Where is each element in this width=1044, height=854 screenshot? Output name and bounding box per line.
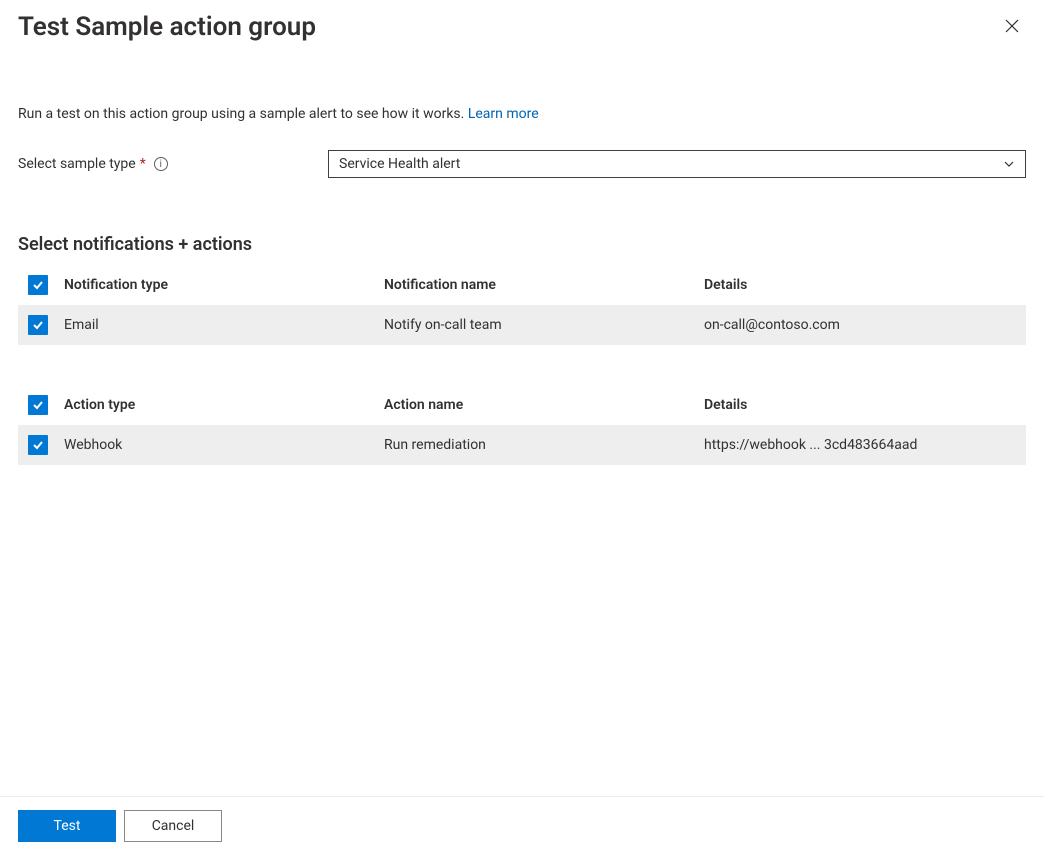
checkmark-icon: [31, 438, 45, 452]
sample-type-label: Select sample type * i: [18, 156, 328, 172]
cancel-button[interactable]: Cancel: [124, 810, 222, 842]
test-button[interactable]: Test: [18, 810, 116, 842]
actions-header-name: Action name: [384, 397, 704, 413]
notification-details-cell: on-call@contoso.com: [704, 317, 1016, 333]
notifications-header-type: Notification type: [64, 277, 384, 293]
info-icon[interactable]: i: [154, 157, 168, 171]
sample-type-selected-value: Service Health alert: [339, 156, 460, 172]
checkmark-icon: [31, 398, 45, 412]
notification-type-cell: Email: [64, 317, 384, 333]
test-action-group-panel: Test Sample action group Run a test on t…: [0, 0, 1044, 854]
panel-description: Run a test on this action group using a …: [18, 106, 1026, 122]
required-star-icon: *: [140, 156, 146, 172]
actions-header-details: Details: [704, 397, 1016, 413]
actions-header-type: Action type: [64, 397, 384, 413]
checkmark-icon: [31, 278, 45, 292]
actions-select-all-checkbox[interactable]: [28, 395, 48, 415]
notifications-select-all-checkbox[interactable]: [28, 275, 48, 295]
sample-type-select[interactable]: Service Health alert: [328, 150, 1026, 178]
learn-more-link[interactable]: Learn more: [468, 106, 539, 122]
table-row: Webhook Run remediation https://webhook …: [18, 425, 1026, 465]
sample-type-row: Select sample type * i Service Health al…: [18, 150, 1026, 178]
chevron-down-icon: [1003, 158, 1015, 170]
notifications-header-name: Notification name: [384, 277, 704, 293]
panel-title: Test Sample action group: [18, 12, 316, 42]
action-details-cell: https://webhook ... 3cd483664aad: [704, 437, 1016, 453]
action-row-checkbox[interactable]: [28, 435, 48, 455]
action-type-cell: Webhook: [64, 437, 384, 453]
checkmark-icon: [31, 318, 45, 332]
description-text: Run a test on this action group using a …: [18, 106, 468, 122]
actions-table: Action type Action name Details Webhook …: [18, 385, 1026, 465]
notifications-header-row: Notification type Notification name Deta…: [18, 265, 1026, 305]
close-button[interactable]: [998, 12, 1026, 44]
panel-footer: Test Cancel: [0, 796, 1044, 854]
action-name-cell: Run remediation: [384, 437, 704, 453]
notifications-header-details: Details: [704, 277, 1016, 293]
table-row: Email Notify on-call team on-call@contos…: [18, 305, 1026, 345]
notifications-table: Notification type Notification name Deta…: [18, 265, 1026, 345]
notification-name-cell: Notify on-call team: [384, 317, 704, 333]
panel-header: Test Sample action group: [18, 12, 1026, 44]
notification-row-checkbox[interactable]: [28, 315, 48, 335]
section-title: Select notifications + actions: [18, 234, 1026, 255]
sample-type-label-text: Select sample type: [18, 156, 136, 172]
close-icon: [1004, 18, 1020, 34]
actions-header-row: Action type Action name Details: [18, 385, 1026, 425]
